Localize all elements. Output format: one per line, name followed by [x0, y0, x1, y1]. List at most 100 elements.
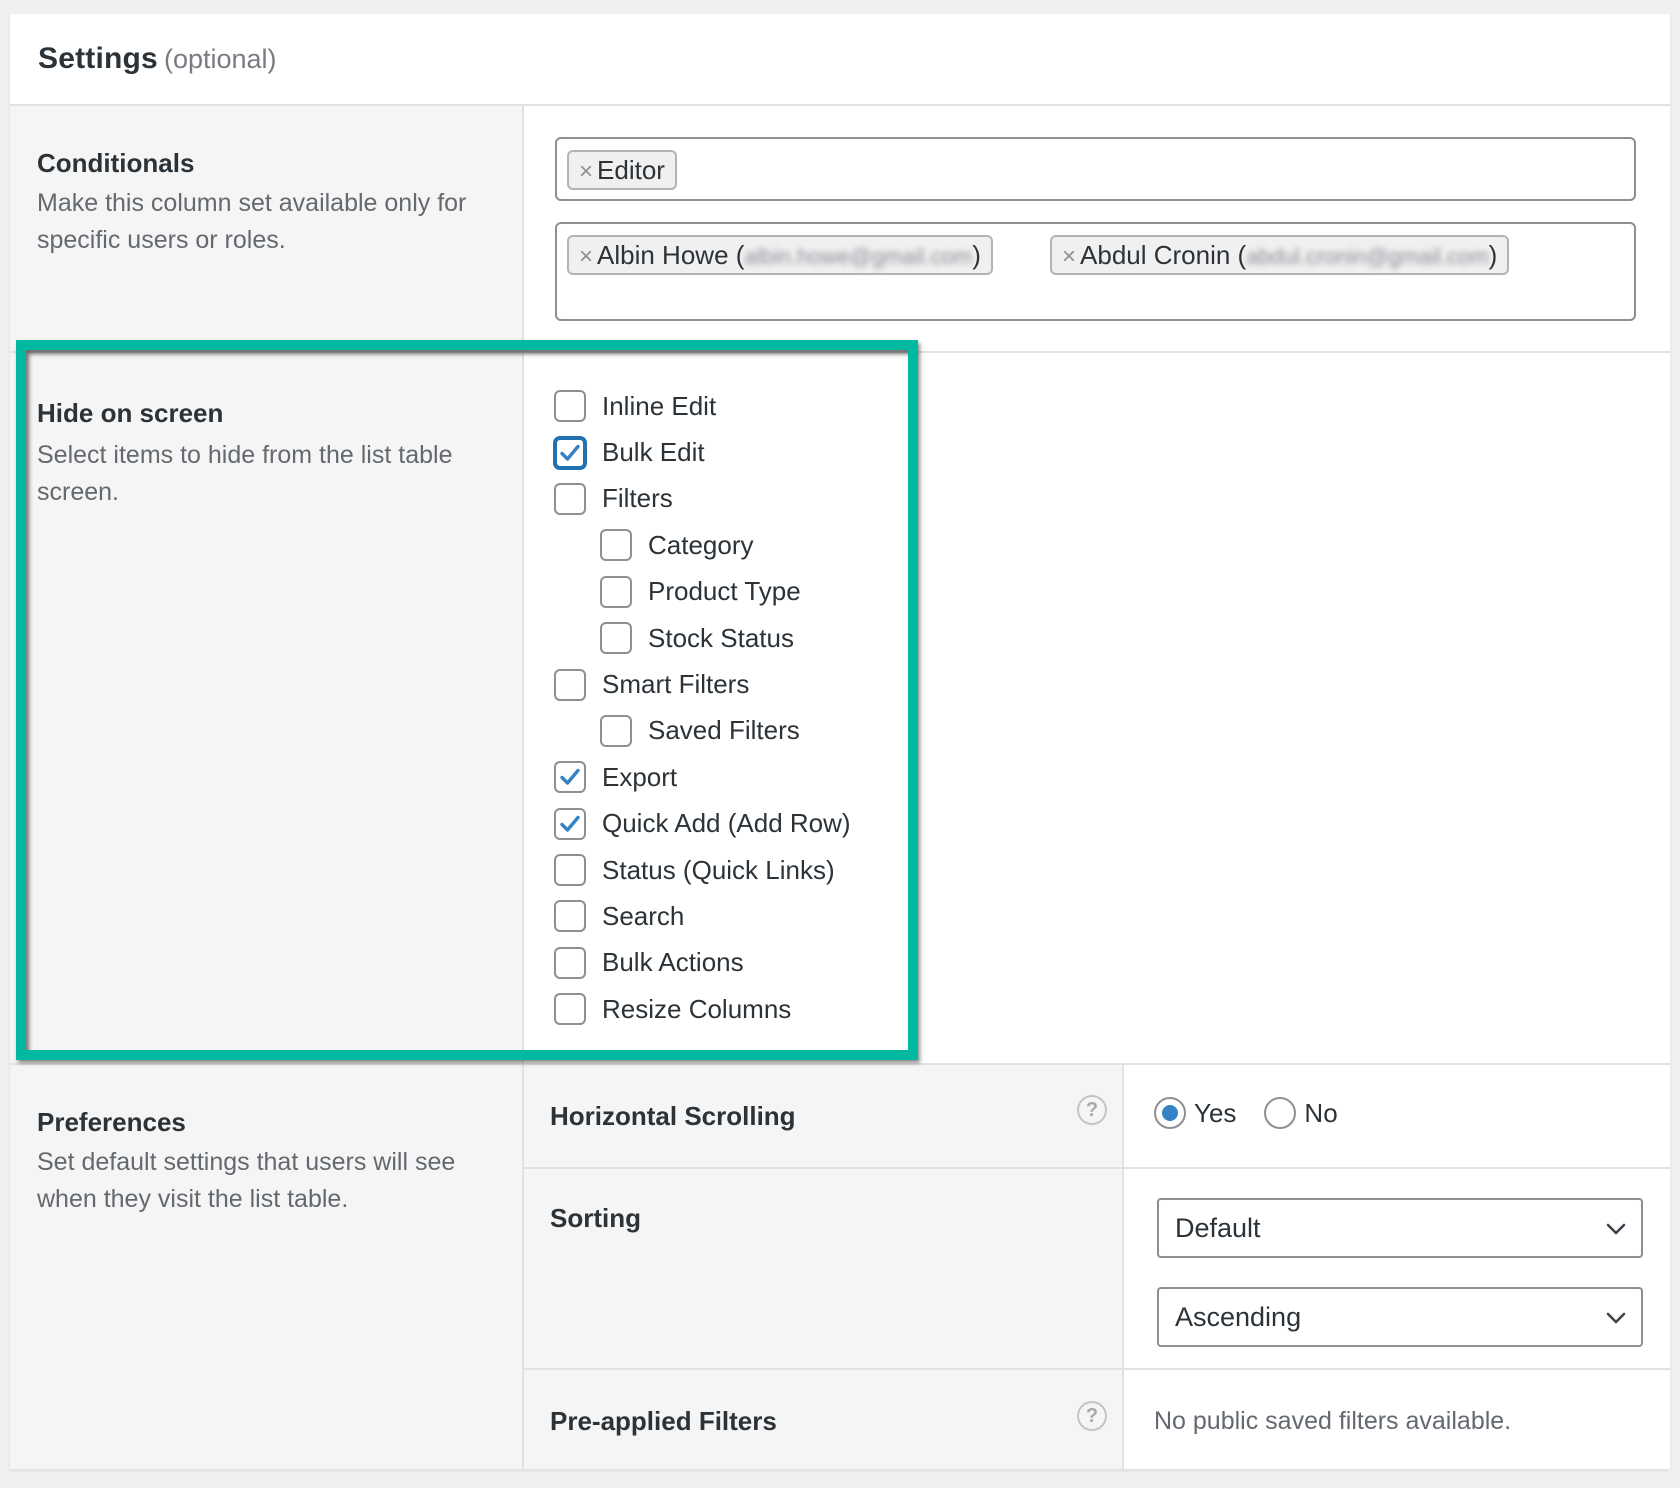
horizontal-scrolling-label: Horizontal Scrolling	[550, 1101, 796, 1131]
checkbox-export[interactable]	[554, 761, 586, 794]
checkbox-filters[interactable]	[554, 482, 586, 515]
checkbox-bulk-actions[interactable]	[554, 946, 586, 979]
token-user-name: Albin Howe	[597, 240, 729, 270]
checkbox-inline-edit[interactable]	[554, 390, 586, 423]
chevron-down-icon	[1606, 1223, 1626, 1235]
hide-option-export[interactable]: Export	[554, 754, 851, 800]
checkbox-label: Status (Quick Links)	[602, 854, 835, 885]
pre-applied-filters-label-cell: Pre-applied Filters ?	[524, 1370, 1124, 1469]
checkbox-label: Inline Edit	[602, 390, 717, 421]
hide-option-product-type[interactable]: Product Type	[600, 569, 851, 615]
horizontal-scrolling-radio-group: Yes No	[1154, 1097, 1366, 1129]
sort-order-select[interactable]: Ascending	[1157, 1287, 1643, 1347]
checkbox-label: Bulk Edit	[602, 437, 705, 468]
hide-on-screen-title: Hide on screen	[37, 398, 224, 428]
token-label: Editor	[597, 155, 665, 185]
checkbox-label: Stock Status	[648, 622, 794, 653]
hide-option-bulk-edit[interactable]: Bulk Edit	[554, 429, 851, 475]
checkbox-saved-filters[interactable]	[600, 714, 632, 747]
checkbox-smart-filters[interactable]	[554, 668, 586, 701]
remove-token-icon[interactable]: ×	[1062, 243, 1076, 270]
sort-order-selected-value: Ascending	[1175, 1302, 1302, 1332]
hide-option-search[interactable]: Search	[554, 893, 851, 939]
conditionals-title: Conditionals	[37, 148, 195, 178]
user-token-abdul-cronin: × Abdul Cronin (abdul.cronin@gmail.com)	[1050, 235, 1510, 275]
chevron-down-icon	[1606, 1312, 1626, 1324]
help-icon[interactable]: ?	[1077, 1095, 1107, 1125]
hide-on-screen-value-col: Inline Edit Bulk Edit Filters Category P…	[524, 353, 1670, 1063]
radio-no-label: No	[1304, 1097, 1338, 1128]
sorting-value-cell: Default Ascending	[1124, 1169, 1670, 1368]
hide-on-screen-description: Select items to hide from the list table…	[37, 441, 453, 506]
hide-option-filters[interactable]: Filters	[554, 476, 851, 522]
checkbox-label: Category	[648, 529, 754, 560]
checkmark-icon	[560, 769, 580, 786]
token-user-name: Abdul Cronin	[1080, 240, 1231, 270]
user-token-albin-howe: × Albin Howe (albin.howe@gmail.com)	[567, 235, 993, 275]
hide-on-screen-section: Hide on screen Select items to hide from…	[10, 353, 1670, 1065]
checkbox-status-quick-links[interactable]	[554, 854, 586, 887]
checkbox-label: Quick Add (Add Row)	[602, 808, 851, 839]
radio-selected-dot	[1162, 1105, 1178, 1121]
hide-options-list: Inline Edit Bulk Edit Filters Category P…	[554, 383, 851, 1032]
hide-option-status-quick-links[interactable]: Status (Quick Links)	[554, 847, 851, 893]
pre-applied-filters-row: Pre-applied Filters ? No public saved fi…	[524, 1370, 1670, 1469]
checkbox-resize-columns[interactable]	[554, 993, 586, 1026]
hide-option-quick-add-add-row[interactable]: Quick Add (Add Row)	[554, 801, 851, 847]
checkmark-icon	[560, 815, 580, 832]
sort-by-select[interactable]: Default	[1157, 1198, 1643, 1258]
token-user-email-blurred: albin.howe@gmail.com	[744, 244, 973, 269]
checkbox-label: Product Type	[648, 576, 801, 607]
panel-header: Settings (optional)	[10, 14, 1670, 106]
users-select[interactable]: × Albin Howe (albin.howe@gmail.com) × Abdu…	[555, 222, 1636, 321]
radio-yes-control[interactable]	[1154, 1097, 1186, 1129]
sorting-label: Sorting	[550, 1203, 641, 1233]
hide-option-stock-status[interactable]: Stock Status	[600, 615, 851, 661]
horizontal-scrolling-label-cell: Horizontal Scrolling ?	[524, 1065, 1124, 1167]
preferences-description: Set default settings that users will see…	[37, 1148, 456, 1213]
horizontal-scrolling-value-cell: Yes No	[1124, 1065, 1670, 1167]
checkbox-category[interactable]	[600, 529, 632, 562]
hide-option-category[interactable]: Category	[600, 522, 851, 568]
radio-yes[interactable]: Yes	[1154, 1097, 1236, 1129]
checkbox-bulk-edit[interactable]	[554, 436, 586, 469]
hide-option-inline-edit[interactable]: Inline Edit	[554, 383, 851, 429]
title-text: Settings	[38, 42, 158, 75]
conditionals-value-col: × Editor × Albin Howe (albin.howe@gmail.co…	[524, 106, 1670, 351]
hide-option-smart-filters[interactable]: Smart Filters	[554, 661, 851, 707]
remove-token-icon[interactable]: ×	[579, 243, 593, 270]
radio-no-control[interactable]	[1264, 1097, 1297, 1129]
pre-applied-filters-value-cell: No public saved filters available.	[1124, 1370, 1670, 1469]
remove-token-icon[interactable]: ×	[579, 158, 593, 185]
roles-select[interactable]: × Editor	[555, 137, 1636, 201]
settings-panel: Settings (optional) Conditionals Make thi…	[10, 14, 1670, 1469]
preferences-label-col: Preferences Set default settings that us…	[10, 1065, 524, 1469]
pre-applied-filters-label: Pre-applied Filters	[550, 1406, 777, 1436]
hide-option-bulk-actions[interactable]: Bulk Actions	[554, 940, 851, 986]
hide-option-resize-columns[interactable]: Resize Columns	[554, 986, 851, 1032]
checkbox-quick-add-add-row[interactable]	[554, 807, 586, 840]
preferences-title: Preferences	[37, 1107, 186, 1137]
checkbox-label: Filters	[602, 483, 673, 514]
checkbox-label: Bulk Actions	[602, 947, 744, 978]
sorting-label-cell: Sorting	[524, 1169, 1124, 1368]
radio-no[interactable]: No	[1264, 1097, 1338, 1129]
checkbox-label: Saved Filters	[648, 715, 800, 746]
page-title: Settings (optional)	[38, 42, 277, 76]
checkbox-search[interactable]	[554, 900, 586, 933]
title-optional: (optional)	[163, 44, 277, 74]
sorting-row: Sorting Default Ascending	[524, 1169, 1670, 1370]
help-icon[interactable]: ?	[1077, 1401, 1107, 1431]
checkmark-icon	[560, 444, 580, 461]
hide-option-saved-filters[interactable]: Saved Filters	[600, 708, 851, 754]
hide-on-screen-label-col: Hide on screen Select items to hide from…	[10, 353, 524, 1063]
checkbox-label: Search	[602, 900, 685, 931]
checkbox-label: Smart Filters	[602, 669, 750, 700]
preferences-section: Preferences Set default settings that us…	[10, 1065, 1670, 1469]
sort-by-selected-value: Default	[1175, 1213, 1261, 1243]
checkbox-product-type[interactable]	[600, 575, 632, 608]
checkbox-stock-status[interactable]	[600, 622, 632, 655]
checkbox-label: Export	[602, 761, 678, 792]
no-filters-message: No public saved filters available.	[1154, 1407, 1512, 1435]
radio-yes-label: Yes	[1194, 1097, 1237, 1128]
